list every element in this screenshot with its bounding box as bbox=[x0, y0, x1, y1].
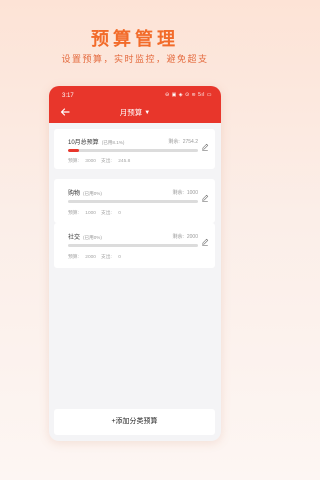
budget-name: 10月总预算 bbox=[68, 140, 99, 146]
budget-meta: 预算: 2000 支出: 0 bbox=[68, 253, 121, 260]
budget-name: 购物 bbox=[68, 191, 81, 197]
budget-remaining: 剩余: 2754.2 bbox=[168, 138, 198, 145]
budget-progress-bar bbox=[68, 200, 198, 203]
promo-title: 预算管理 bbox=[91, 29, 179, 49]
spent-value: 245.8 bbox=[118, 159, 131, 164]
budget-label: 预算: bbox=[68, 211, 79, 216]
budget-progress-fill bbox=[68, 149, 79, 152]
budget-label: 预算: bbox=[68, 255, 79, 260]
budget-name-row: 社交 (已用0%) bbox=[68, 232, 102, 241]
budget-value: 2000 bbox=[85, 255, 96, 260]
budget-card-shopping[interactable]: 购物 (已用0%) 剩余: 1000 预算: 1000 支出: 0 bbox=[54, 179, 215, 223]
remaining-value: 2000 bbox=[186, 234, 198, 240]
budget-remaining: 剩余: 2000 bbox=[172, 233, 198, 240]
phone-screen: 3:17 ⊖ ▣ ◈ ⊙ ≋ 5ıl ▭ 月预算 ▼ 10月总预算 (已用8.1%)… bbox=[49, 86, 221, 441]
budget-meta: 预算: 3000 支出: 245.8 bbox=[68, 157, 130, 164]
page-title: 月预算 bbox=[119, 108, 143, 117]
remaining-label: 剩余: bbox=[172, 234, 184, 240]
add-category-budget-button[interactable]: +添加分类预算 bbox=[54, 409, 215, 435]
caret-down-icon: ▼ bbox=[144, 110, 151, 116]
remaining-value: 2754.2 bbox=[182, 139, 198, 145]
budget-period-selector[interactable]: 月预算 ▼ bbox=[49, 107, 221, 118]
budget-card-total[interactable]: 10月总预算 (已用8.1%) 剩余: 2754.2 预算: 3000 支出: 245… bbox=[54, 129, 215, 169]
budget-card-social[interactable]: 社交 (已用0%) 剩余: 2000 预算: 2000 支出: 0 bbox=[54, 223, 215, 268]
spent-label: 支出: bbox=[100, 159, 112, 164]
budget-remaining: 剩余: 1000 bbox=[172, 189, 198, 196]
budget-used-percent: (已用0%) bbox=[83, 191, 102, 196]
remaining-label: 剩余: bbox=[172, 190, 184, 196]
budget-progress-bar bbox=[68, 149, 198, 152]
edit-icon[interactable] bbox=[201, 194, 209, 202]
app-bar: 3:17 ⊖ ▣ ◈ ⊙ ≋ 5ıl ▭ 月预算 ▼ bbox=[49, 86, 221, 123]
remaining-label: 剩余: bbox=[168, 139, 180, 145]
spent-value: 0 bbox=[118, 211, 121, 216]
budget-used-percent: (已用8.1%) bbox=[101, 140, 125, 145]
budget-meta: 预算: 1000 支出: 0 bbox=[68, 209, 121, 216]
status-icons: ⊖ ▣ ◈ ⊙ ≋ 5ıl ▭ bbox=[165, 92, 212, 98]
spent-value: 0 bbox=[118, 255, 121, 260]
spent-label: 支出: bbox=[100, 211, 112, 216]
spent-label: 支出: bbox=[100, 255, 112, 260]
budget-value: 3000 bbox=[85, 159, 96, 164]
edit-icon[interactable] bbox=[201, 238, 209, 246]
budget-name-row: 10月总预算 (已用8.1%) bbox=[68, 137, 124, 146]
status-time: 3:17 bbox=[62, 93, 74, 99]
promo-subtitle: 设置预算，实时监控，避免超支 bbox=[61, 54, 209, 64]
budget-name-row: 购物 (已用0%) bbox=[68, 188, 102, 197]
budget-used-percent: (已用0%) bbox=[83, 235, 102, 240]
budget-value: 1000 bbox=[85, 211, 96, 216]
remaining-value: 1000 bbox=[186, 190, 198, 196]
budget-label: 预算: bbox=[68, 159, 79, 164]
edit-icon[interactable] bbox=[201, 143, 209, 151]
budget-progress-bar bbox=[68, 244, 198, 247]
budget-name: 社交 bbox=[68, 235, 81, 241]
